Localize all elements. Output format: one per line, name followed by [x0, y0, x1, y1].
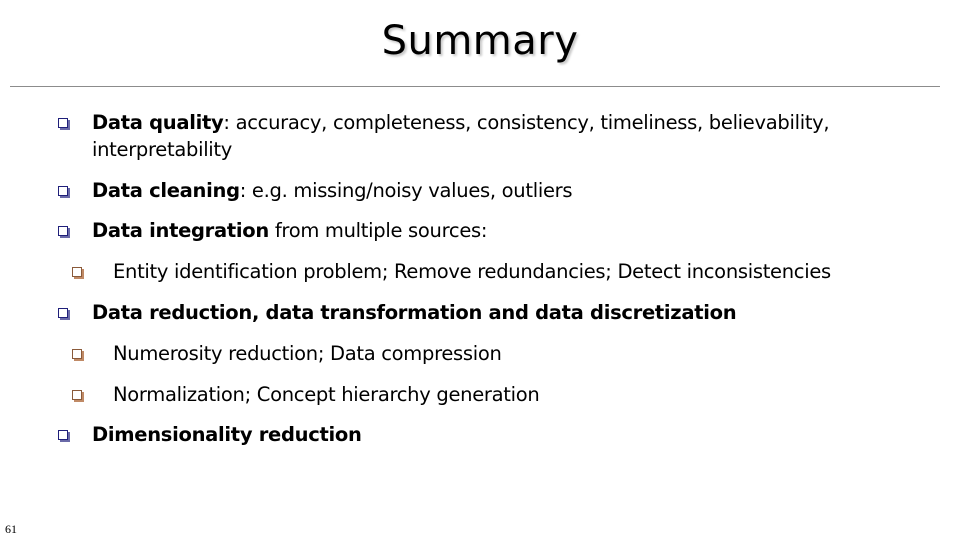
square-bullet-icon — [58, 118, 68, 128]
bullet-text: : accuracy, completeness, consistency, t… — [223, 111, 830, 134]
square-bullet-icon — [58, 226, 68, 236]
title-divider — [10, 86, 940, 87]
sub-bullet-numerosity-reduction: Numerosity reduction; Data compression — [72, 340, 502, 367]
square-bullet-icon — [58, 430, 68, 440]
bullet-text: Numerosity reduction; Data compression — [113, 342, 502, 365]
square-bullet-icon — [58, 308, 68, 318]
bullet-bold-text: Data integration — [92, 219, 269, 242]
bullet-text: from multiple sources: — [268, 219, 488, 242]
square-bullet-icon — [58, 186, 68, 196]
bullet-bold-text: Dimensionality reduction — [92, 423, 362, 446]
slide-title: Summary — [381, 18, 579, 64]
bullet-text: Normalization; Concept hierarchy generat… — [113, 383, 540, 406]
bullet-data-reduction: Data reduction, data transformation and … — [58, 299, 737, 326]
bullet-text-continued: interpretability — [92, 138, 233, 161]
bullet-data-integration: Data integration from multiple sources: — [58, 217, 488, 244]
bullet-bold-text: Data quality — [92, 111, 224, 134]
square-bullet-icon — [72, 390, 82, 400]
bullet-bold-text: Data cleaning — [92, 179, 240, 202]
square-bullet-icon — [72, 267, 82, 277]
bullet-text: Entity identification problem; Remove re… — [113, 260, 831, 283]
square-bullet-icon — [72, 349, 82, 359]
bullet-text: : e.g. missing/noisy values, outliers — [239, 179, 573, 202]
bullet-dimensionality-reduction: Dimensionality reduction — [58, 421, 362, 448]
bullet-data-cleaning: Data cleaning: e.g. missing/noisy values… — [58, 177, 573, 204]
sub-bullet-entity-identification: Entity identification problem; Remove re… — [72, 258, 831, 285]
bullet-data-quality: Data quality: accuracy, completeness, co… — [58, 109, 852, 163]
sub-bullet-normalization: Normalization; Concept hierarchy generat… — [72, 381, 540, 408]
bullet-bold-text: Data reduction, data transformation and … — [92, 301, 737, 324]
page-number: 61 — [5, 522, 17, 536]
